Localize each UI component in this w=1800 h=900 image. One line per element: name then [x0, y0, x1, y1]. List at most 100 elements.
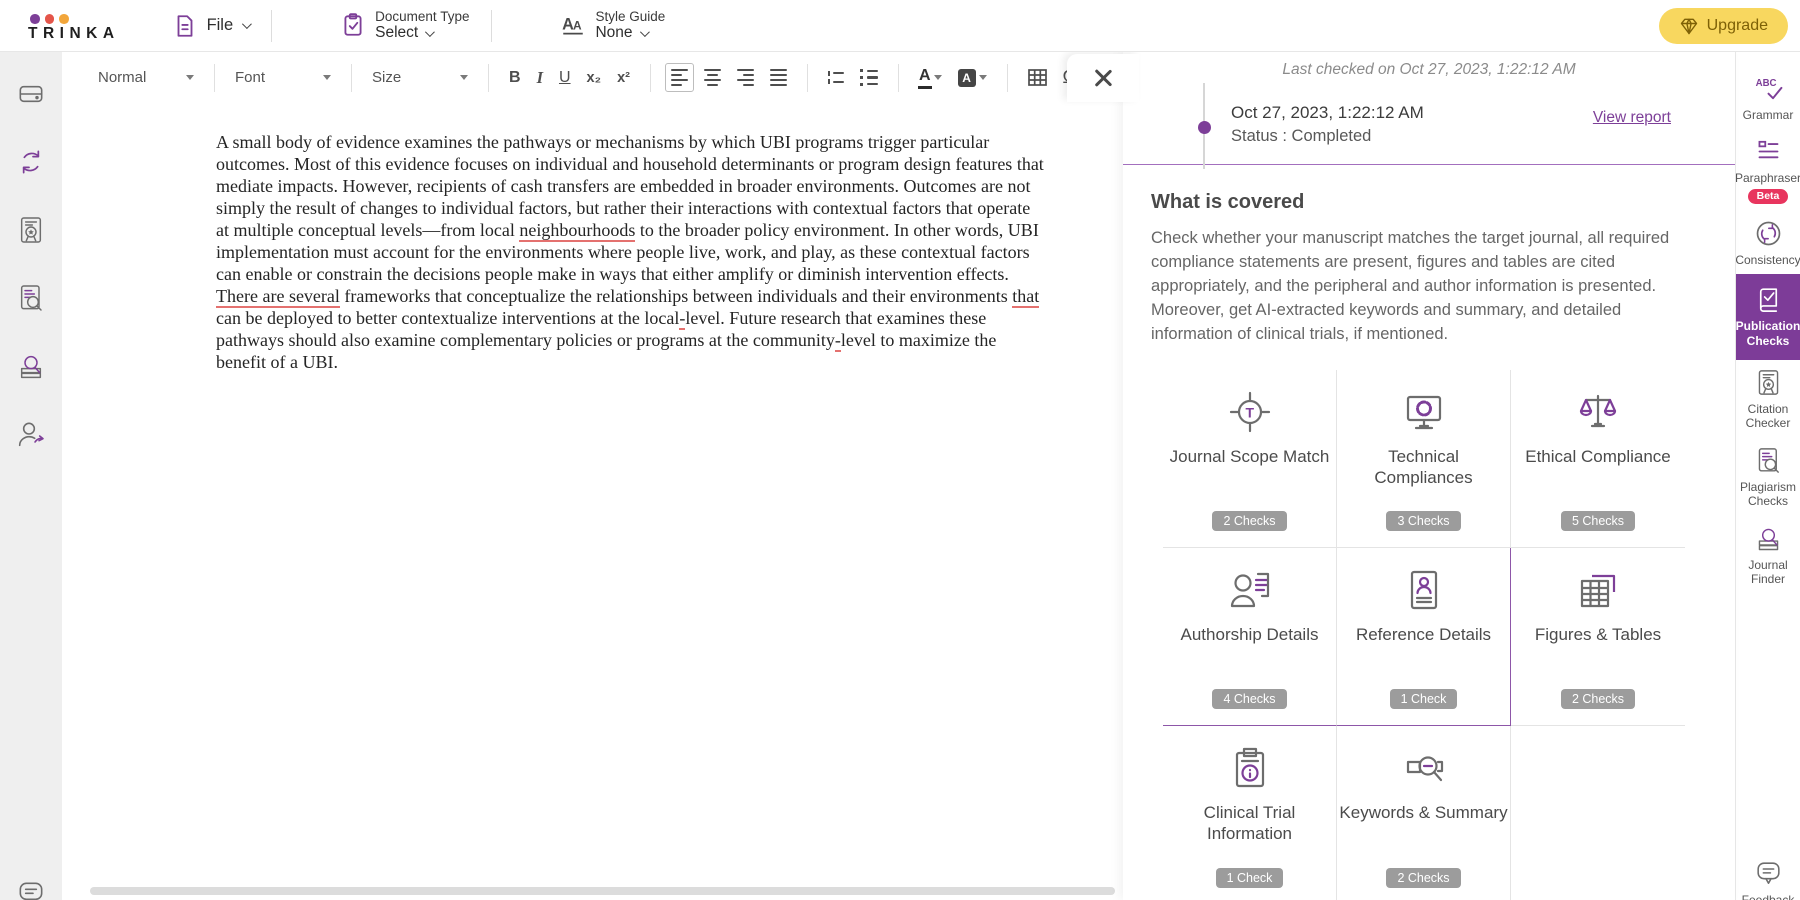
- italic-button[interactable]: I: [531, 62, 549, 94]
- text-segment: level. Future research that examines the…: [685, 308, 986, 328]
- left-rail-item-citation-checker[interactable]: [15, 214, 47, 246]
- style-guide-menu[interactable]: Style Guide None: [560, 9, 665, 42]
- rail-item-label: Grammar: [1743, 108, 1794, 122]
- rail-item-journal-finder[interactable]: Journal Finder: [1736, 516, 1800, 594]
- bullet-list-button[interactable]: [854, 63, 884, 91]
- document-page[interactable]: A small body of evidence examines the pa…: [62, 103, 1123, 373]
- ordered-list-icon: [828, 71, 845, 85]
- check-count-badge: 3 Checks: [1386, 511, 1460, 531]
- text-segment: pathways should also examine complementa…: [216, 330, 835, 350]
- check-card-label: Reference Details: [1356, 624, 1491, 645]
- paraphraser-icon: [1753, 136, 1784, 167]
- divider: [807, 64, 808, 92]
- align-center-button[interactable]: [698, 63, 727, 92]
- rail-item-feedback[interactable]: Feedback: [1736, 851, 1800, 900]
- gem-icon: [1679, 16, 1699, 36]
- ethical-compliance-icon: [1574, 388, 1622, 436]
- align-left-button[interactable]: [665, 63, 694, 92]
- ordered-list-button[interactable]: [822, 65, 851, 91]
- superscript-button[interactable]: x²: [611, 64, 636, 92]
- check-count-badge: 2 Checks: [1386, 868, 1460, 888]
- rail-item-plagiarism-checks[interactable]: Plagiarism Checks: [1736, 438, 1800, 516]
- beta-badge: Beta: [1748, 189, 1789, 204]
- formatting-toolbar: Normal Font Size B I U x₂ x² A A Ω: [62, 52, 1123, 103]
- citation-checker-icon: [15, 214, 47, 246]
- justify-button[interactable]: [764, 63, 793, 92]
- upgrade-button[interactable]: Upgrade: [1659, 8, 1788, 44]
- check-card-technical-compliances[interactable]: Technical Compliances 3 Checks: [1337, 370, 1511, 548]
- font-select[interactable]: Font: [229, 65, 337, 90]
- caret-down-icon: [934, 75, 942, 80]
- subscript-button[interactable]: x₂: [581, 64, 608, 92]
- check-card-label: Figures & Tables: [1535, 624, 1661, 645]
- check-card-clinical-trial[interactable]: Clinical Trial Information 1 Check: [1163, 726, 1337, 900]
- technical-compliances-icon: [1400, 388, 1448, 436]
- left-rail-item-plagiarism-checks[interactable]: [15, 282, 47, 314]
- figures-tables-icon: [1574, 566, 1622, 614]
- size-select[interactable]: Size: [366, 65, 474, 90]
- rail-item-publication-checks[interactable]: Publication Checks: [1736, 274, 1800, 360]
- horizontal-scrollbar[interactable]: [90, 887, 1115, 895]
- flagged-text[interactable]: that: [1012, 286, 1039, 308]
- left-rail-item-chat-bubble[interactable]: [15, 878, 47, 900]
- insert-table-button[interactable]: [1022, 63, 1053, 92]
- flagged-text[interactable]: There are several: [216, 286, 340, 308]
- underline-button[interactable]: U: [553, 63, 577, 93]
- timeline-dot-icon: [1198, 121, 1211, 134]
- divider: [1007, 64, 1008, 92]
- align-left-icon: [671, 69, 688, 86]
- check-card-reference-details[interactable]: Reference Details 1 Check: [1337, 548, 1511, 726]
- rail-item-citation-checker[interactable]: Citation Checker: [1736, 360, 1800, 438]
- document-line: can be deployed to better contextualize …: [216, 307, 1103, 329]
- align-right-icon: [737, 69, 754, 86]
- paragraph-style-select[interactable]: Normal: [92, 65, 200, 90]
- trinka-logo[interactable]: TRINKA: [28, 8, 120, 43]
- rail-item-grammar[interactable]: Grammar: [1736, 66, 1800, 129]
- divider: [650, 64, 651, 92]
- authorship-details-icon: [1226, 566, 1274, 614]
- document-line: can enable or constrain the decisions pe…: [216, 263, 1103, 285]
- left-rail-item-person-share[interactable]: [15, 418, 47, 450]
- publication-checks-icon: [1753, 284, 1784, 315]
- publication-checks-panel: Last checked on Oct 27, 2023, 1:22:12 AM…: [1123, 52, 1735, 900]
- font-color-button[interactable]: A: [913, 61, 948, 94]
- check-card-authorship-details[interactable]: Authorship Details 4 Checks: [1163, 548, 1337, 726]
- rail-item-label: Publication Checks: [1736, 319, 1800, 348]
- document-type-menu[interactable]: Document Type Select: [340, 9, 469, 42]
- journal-scope-match-icon: [1226, 388, 1274, 436]
- document-text: A small body of evidence examines the pa…: [216, 131, 1103, 373]
- file-menu[interactable]: File: [172, 13, 250, 39]
- section-title: What is covered: [1151, 191, 1735, 214]
- size-value: Size: [372, 69, 401, 86]
- check-card-figures-tables[interactable]: Figures & Tables 2 Checks: [1511, 548, 1685, 726]
- highlight-color-button[interactable]: A: [952, 63, 993, 93]
- close-panel-button[interactable]: [1067, 54, 1139, 102]
- align-center-icon: [704, 69, 721, 86]
- reference-details-icon: [1400, 566, 1448, 614]
- check-card-label: Technical Compliances: [1337, 446, 1510, 489]
- rail-item-paraphraser[interactable]: Paraphraser Beta: [1736, 129, 1800, 210]
- view-report-link[interactable]: View report: [1593, 109, 1671, 146]
- check-card-journal-scope-match[interactable]: Journal Scope Match 2 Checks: [1163, 370, 1337, 548]
- rail-item-label: Feedback: [1742, 893, 1795, 900]
- rail-item-label: Journal Finder: [1738, 558, 1798, 587]
- left-rail-item-drive[interactable]: [15, 78, 47, 110]
- last-checked-text: Last checked on Oct 27, 2023, 1:22:12 AM: [1123, 52, 1735, 79]
- caret-down-icon: [186, 75, 194, 80]
- document-type-label: Document Type: [375, 9, 469, 25]
- divider: [488, 64, 489, 92]
- rail-item-consistency[interactable]: Consistency: [1736, 211, 1800, 274]
- check-card-label: Authorship Details: [1181, 624, 1319, 645]
- left-rail-item-journal-finder[interactable]: [15, 350, 47, 382]
- left-rail-item-sync[interactable]: [15, 146, 47, 178]
- align-right-button[interactable]: [731, 63, 760, 92]
- check-card-label: Ethical Compliance: [1525, 446, 1671, 467]
- person-share-icon: [15, 418, 47, 450]
- file-menu-label: File: [207, 16, 234, 35]
- document-line: implementation must account for the envi…: [216, 241, 1103, 263]
- bold-button[interactable]: B: [503, 63, 527, 93]
- left-toolbar: [0, 52, 62, 900]
- flagged-text[interactable]: neighbourhoods: [519, 220, 635, 242]
- check-card-ethical-compliance[interactable]: Ethical Compliance 5 Checks: [1511, 370, 1685, 548]
- check-card-keywords-summary[interactable]: Keywords & Summary 2 Checks: [1337, 726, 1511, 900]
